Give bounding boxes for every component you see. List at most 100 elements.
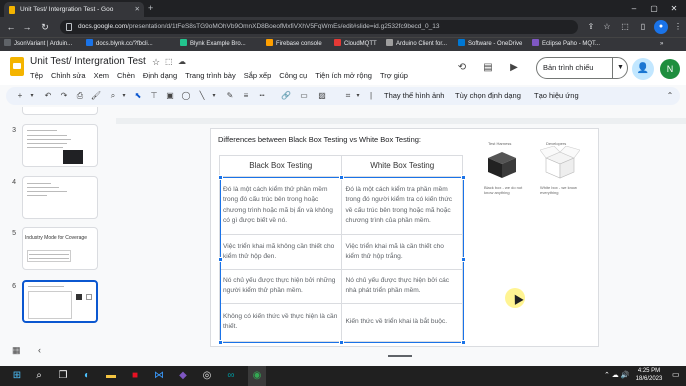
paint-format-icon[interactable]: 🖌 <box>90 87 102 105</box>
bookmark-star-icon[interactable]: ☆ <box>600 20 614 34</box>
bookmark-item[interactable]: docs.blynk.cc/?fbcli... <box>86 38 153 51</box>
crop-icon[interactable]: ⌗ <box>342 87 354 105</box>
vscode-icon[interactable]: ⋈ <box>150 366 168 386</box>
share-page-icon[interactable]: ⇪ <box>584 20 598 34</box>
profile-icon[interactable]: ● <box>654 20 668 34</box>
notifications-icon[interactable]: ▭ <box>672 370 680 379</box>
url-field[interactable]: docs.google.com/presentation/d/1tFeS8sTG… <box>60 20 578 34</box>
browser-tab[interactable]: Unit Test/ Intergration Test - Goo ✕ <box>4 2 144 17</box>
star-icon[interactable]: ☆ <box>152 57 160 68</box>
resize-handle[interactable] <box>339 175 344 180</box>
bookmark-item[interactable]: JsonVariant | Arduin... <box>4 38 72 51</box>
app-icon[interactable]: ◆ <box>174 366 192 386</box>
image-options-icon[interactable]: ▨ <box>316 87 328 105</box>
chevron-down-icon[interactable]: ▾ <box>28 87 36 105</box>
print-icon[interactable]: ⎙ <box>74 87 86 105</box>
close-window-button[interactable]: ✕ <box>664 0 684 17</box>
forward-icon[interactable]: → <box>20 20 34 34</box>
bookmark-item[interactable]: Firebase console <box>266 38 322 51</box>
resize-handle[interactable] <box>339 340 344 345</box>
back-icon[interactable]: ← <box>4 20 18 34</box>
slide-thumbnail-4[interactable] <box>22 176 98 219</box>
resize-handle[interactable] <box>218 257 223 262</box>
resize-handle[interactable] <box>218 175 223 180</box>
resize-handle[interactable] <box>461 340 466 345</box>
other-bookmarks-icon[interactable]: » <box>660 38 663 51</box>
new-tab-button[interactable]: + <box>148 2 153 15</box>
chevron-down-icon[interactable]: ▾ <box>210 87 218 105</box>
search-icon[interactable]: ⌕ <box>30 366 48 386</box>
meet-icon[interactable]: ▶ <box>506 60 522 76</box>
avatar[interactable]: N <box>660 59 680 79</box>
chevron-down-icon[interactable]: ▾ <box>120 87 128 105</box>
share-button[interactable]: 👤 <box>632 58 654 80</box>
grid-view-icon[interactable]: ▦ <box>12 345 21 356</box>
menu-tools[interactable]: Công cụ <box>279 71 307 80</box>
reload-icon[interactable]: ↻ <box>38 20 52 34</box>
collapse-toolbar-icon[interactable]: ⌃ <box>664 87 676 105</box>
bookmark-item[interactable]: Software - OneDrive <box>458 38 522 51</box>
zoom-icon[interactable]: ⌕ <box>106 87 120 105</box>
chevron-down-icon[interactable]: ▼ <box>612 57 624 79</box>
menu-edit[interactable]: Chỉnh sửa <box>51 71 86 80</box>
move-folder-icon[interactable]: ⬚ <box>165 57 173 66</box>
new-slide-icon[interactable]: + <box>14 87 26 105</box>
clock[interactable]: 4:25 PM 18/6/2023 <box>630 367 668 383</box>
animate-button[interactable]: Tạo hiệu ứng <box>534 87 579 105</box>
comments-icon[interactable]: ▤ <box>480 60 496 76</box>
edge-icon[interactable]: ◐ <box>78 366 96 386</box>
collapse-panel-icon[interactable]: ‹ <box>38 345 41 355</box>
sidebar-icon[interactable]: ▯ <box>636 20 650 34</box>
text-box-icon[interactable]: ⊤ <box>148 87 160 105</box>
header-white-box[interactable]: White Box Testing <box>341 154 463 178</box>
resize-handle[interactable] <box>218 340 223 345</box>
lock-icon[interactable] <box>66 23 72 31</box>
maximize-button[interactable]: ▢ <box>644 0 664 17</box>
undo-icon[interactable]: ↶ <box>42 87 54 105</box>
bookmark-item[interactable]: Eclipse Paho - MQT... <box>532 38 600 51</box>
task-view-icon[interactable]: ❐ <box>54 366 72 386</box>
arduino-icon[interactable]: ∞ <box>222 366 240 386</box>
bookmark-item[interactable]: Arduino Client for... <box>386 38 447 51</box>
link-icon[interactable]: 🔗 <box>280 87 292 105</box>
menu-help[interactable]: Trợ giúp <box>380 71 408 80</box>
redo-icon[interactable]: ↷ <box>58 87 70 105</box>
replace-image-button[interactable]: Thay thế hình ảnh <box>384 87 444 105</box>
bookmark-item[interactable]: Blynk Example Bro... <box>180 38 246 51</box>
chrome-icon[interactable]: ◉ <box>248 366 266 386</box>
border-weight-icon[interactable]: ≡ <box>240 87 252 105</box>
menu-insert[interactable]: Chèn <box>117 71 135 80</box>
slide-thumbnail-6-selected[interactable] <box>22 280 98 323</box>
resize-handle[interactable] <box>461 175 466 180</box>
slide-thumbnail-2-partial[interactable] <box>22 107 98 115</box>
line-icon[interactable]: ╲ <box>196 87 208 105</box>
insert-image-icon[interactable]: ▣ <box>164 87 176 105</box>
menu-slide[interactable]: Trang trình bày <box>185 71 236 80</box>
slide-thumbnail-3[interactable] <box>22 124 98 167</box>
tab-close-icon[interactable]: ✕ <box>135 2 140 17</box>
header-black-box[interactable]: Black Box Testing <box>218 154 343 178</box>
slides-logo-icon[interactable] <box>10 57 24 76</box>
resize-handle[interactable] <box>461 257 466 262</box>
select-tool-icon[interactable]: ⬉ <box>132 87 144 105</box>
menu-view[interactable]: Xem <box>94 71 109 80</box>
chevron-down-icon[interactable]: ▾ <box>354 87 362 105</box>
menu-extensions[interactable]: Tiện ích mở rộng <box>315 71 372 80</box>
file-explorer-icon[interactable]: ▬ <box>102 366 120 386</box>
extensions-icon[interactable]: ⬚ <box>618 20 632 34</box>
menu-format[interactable]: Định dạng <box>143 71 177 80</box>
menu-arrange[interactable]: Sắp xếp <box>244 71 272 80</box>
browser-menu-icon[interactable]: ⋮ <box>671 20 685 34</box>
menu-file[interactable]: Tệp <box>30 71 43 80</box>
app-icon[interactable]: ◎ <box>198 366 216 386</box>
format-options-button[interactable]: Tùy chọn định dạng <box>455 87 521 105</box>
history-icon[interactable]: ⟲ <box>454 60 470 76</box>
system-tray[interactable]: ⌃ ☁ 🔊 <box>604 366 629 386</box>
shape-icon[interactable]: ◯ <box>180 87 192 105</box>
border-color-icon[interactable]: ✎ <box>224 87 236 105</box>
slide-title[interactable]: Differences between Black Box Testing vs… <box>218 135 421 144</box>
office-icon[interactable]: ■ <box>126 366 144 386</box>
bookmark-item[interactable]: CloudMQTT <box>334 38 377 51</box>
minimize-button[interactable]: – <box>624 0 644 17</box>
add-comment-icon[interactable]: ▭ <box>298 87 310 105</box>
